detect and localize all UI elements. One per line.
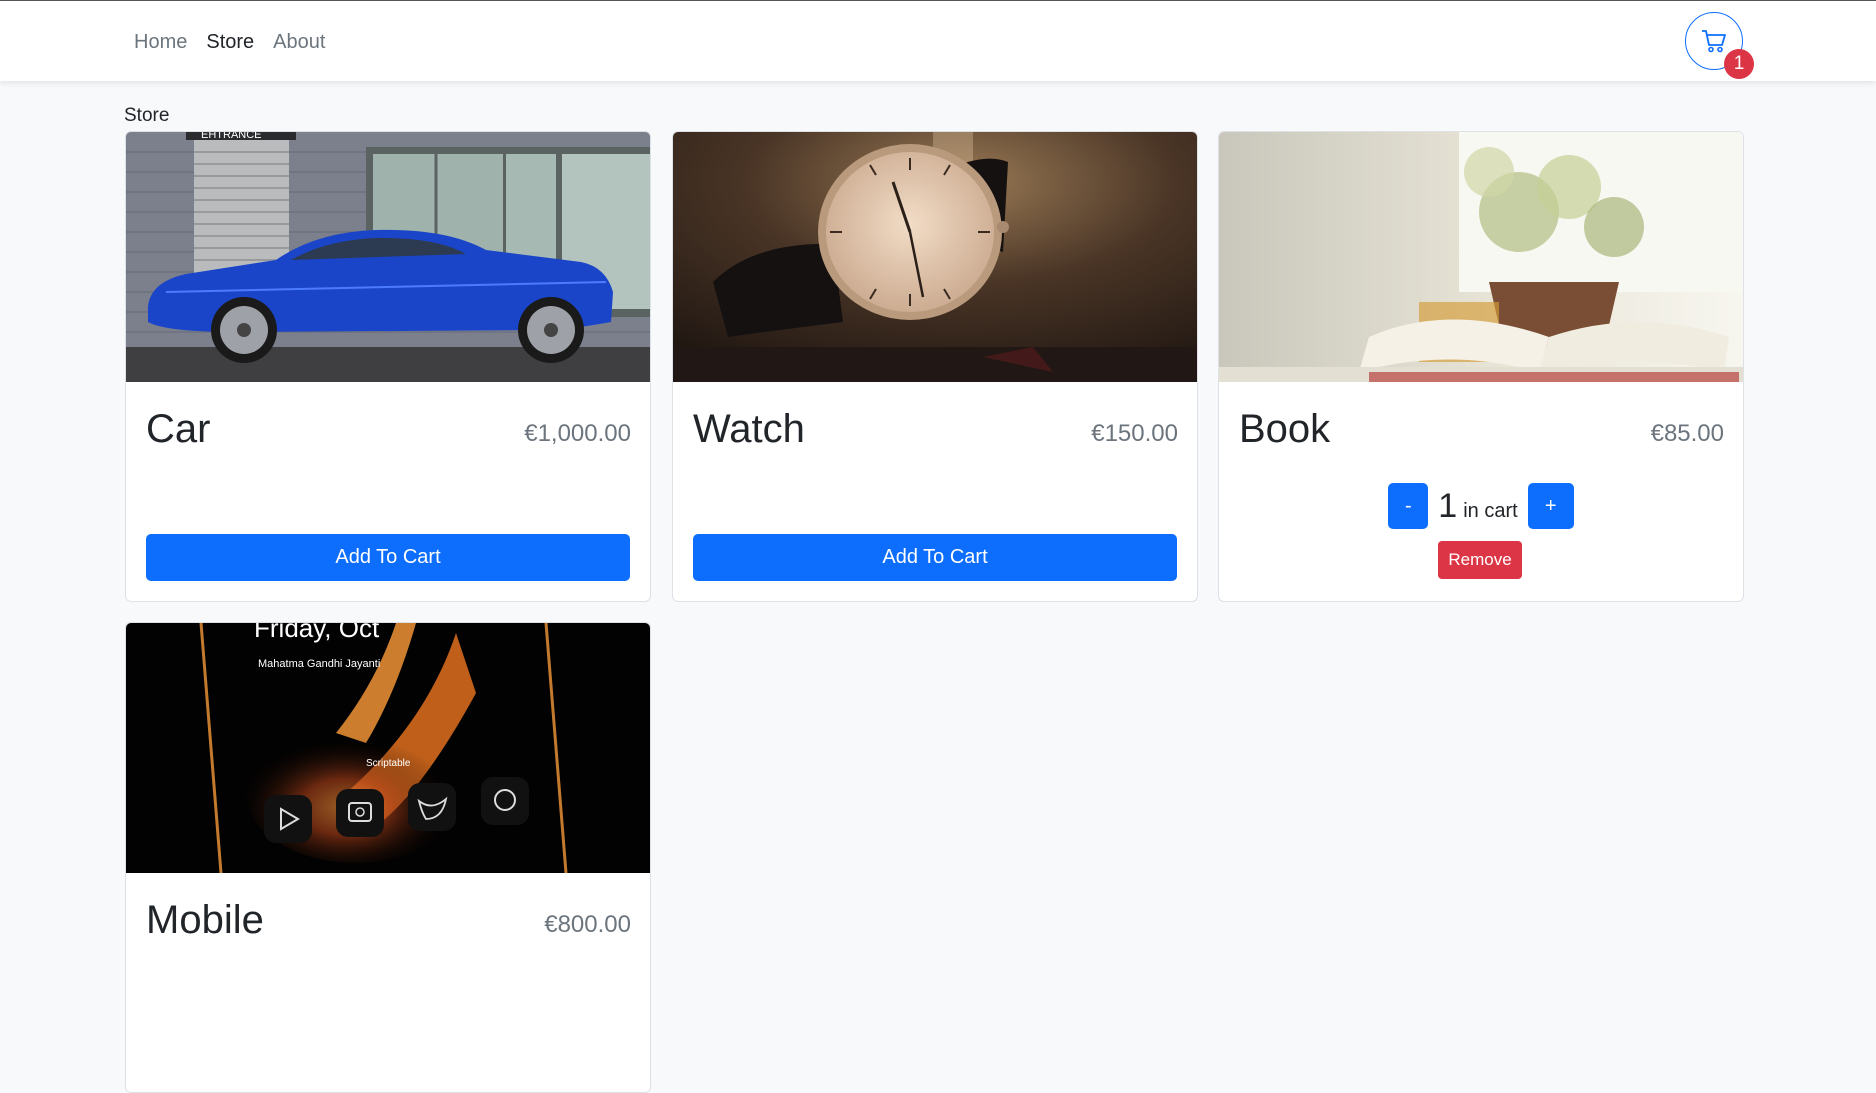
car-sign-text: EHTRANCE	[201, 132, 262, 141]
decrease-quantity-button[interactable]: -	[1388, 483, 1429, 529]
page-title: Store	[124, 105, 170, 126]
nav-link-home[interactable]: Home	[134, 31, 187, 54]
quantity-value: 1	[1438, 486, 1458, 525]
mobile-subtitle-text: Mahatma Gandhi Jayanti	[258, 658, 380, 670]
product-image-watch	[673, 132, 1197, 382]
mobile-date-text: Friday, Oct	[254, 623, 380, 643]
product-card-mobile: Friday, Oct Mahatma Gandhi Jayanti Scrip…	[125, 622, 651, 1093]
cart-count-badge: 1	[1724, 49, 1754, 79]
product-card-book: Book €85.00 - 1 in cart + Remove	[1218, 131, 1744, 602]
add-to-cart-button[interactable]: Add To Cart	[146, 534, 630, 581]
product-image-car: EHTRANCE	[126, 132, 650, 382]
increase-quantity-button[interactable]: +	[1527, 483, 1574, 529]
nav-link-about[interactable]: About	[273, 31, 325, 54]
navbar: Home Store About 1	[0, 0, 1876, 81]
product-image-book	[1219, 132, 1743, 382]
product-name: Mobile	[146, 898, 264, 942]
mobile-app-label: Scriptable	[366, 758, 411, 769]
product-card-car: EHTRANCE Car €1,000.00 Add To Cart	[125, 131, 651, 602]
product-price: €85.00	[1650, 420, 1724, 447]
product-name: Book	[1239, 407, 1331, 451]
product-price: €150.00	[1091, 420, 1178, 447]
product-price: €1,000.00	[524, 420, 631, 447]
product-image-mobile: Friday, Oct Mahatma Gandhi Jayanti Scrip…	[126, 623, 650, 873]
add-to-cart-button[interactable]: Add To Cart	[693, 534, 1177, 581]
nav-links: Home Store About	[134, 31, 325, 54]
product-price: €800.00	[544, 911, 631, 938]
in-cart-label: in cart	[1463, 499, 1518, 522]
product-card-watch: Watch €150.00 Add To Cart	[672, 131, 1198, 602]
product-name: Car	[146, 407, 211, 451]
cart-icon	[1702, 30, 1726, 53]
quantity-stepper: - 1 in cart +	[1219, 483, 1743, 529]
remove-button[interactable]: Remove	[1438, 541, 1522, 579]
nav-link-store[interactable]: Store	[206, 31, 254, 54]
quantity-display: 1 in cart	[1438, 487, 1517, 526]
product-name: Watch	[693, 407, 805, 451]
